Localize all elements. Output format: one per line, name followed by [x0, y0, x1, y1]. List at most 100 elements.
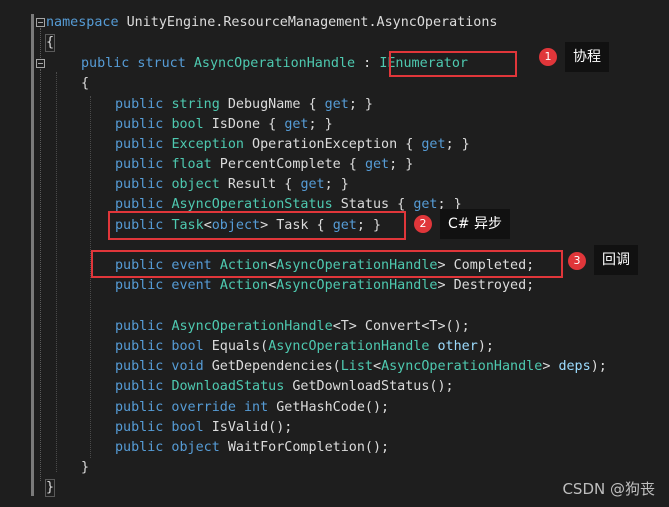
method-token: ); [477, 339, 494, 354]
property-get: get [364, 157, 390, 172]
code-line-method[interactable]: public object WaitForCompletion(); [115, 438, 389, 458]
method-token: WaitForCompletion(); [227, 440, 390, 455]
property-type: bool [171, 117, 204, 132]
annotation-badge-1: 1 [539, 48, 557, 66]
event-generic-arg: AsyncOperationHandle [276, 278, 438, 293]
annotation-callout-coroutine: 协程 [565, 42, 609, 72]
code-line-namespace[interactable]: namespace UnityEngine.ResourceManagement… [46, 13, 497, 33]
property-kw: public [115, 97, 164, 112]
annotation-badge-3: 3 [568, 252, 586, 270]
code-line-method[interactable]: public override int GetHashCode(); [115, 398, 389, 418]
brace-match-highlight [45, 479, 55, 497]
property-kw: public [115, 137, 164, 152]
annotation-callout-async: C# 异步 [440, 209, 510, 239]
task-highlight-box [108, 211, 406, 240]
method-token: public [115, 319, 172, 334]
struct-close-brace: } [81, 460, 90, 475]
method-token: GetDependencies( [211, 359, 341, 374]
fold-namespace-icon[interactable] [36, 18, 45, 27]
method-token: ); [590, 359, 607, 374]
property-get: get [413, 197, 438, 212]
method-token: AsyncOperationHandle [381, 359, 543, 374]
property-kw: public [115, 117, 164, 132]
struct-name: AsyncOperationHandle [193, 56, 356, 71]
property-rest: Result { [219, 177, 301, 192]
method-token: public object [115, 440, 228, 455]
method-token: deps [558, 359, 591, 374]
property-tail: ; } [445, 137, 470, 152]
code-line-open-brace[interactable]: { [45, 33, 55, 53]
method-token: AsyncOperationHandle [171, 319, 333, 334]
csdn-watermark: CSDN @狗丧 [562, 480, 655, 498]
annotation-badge-2: 2 [414, 215, 432, 233]
method-token: public [115, 379, 172, 394]
property-get: get [421, 137, 446, 152]
struct-modifiers: public struct [81, 56, 186, 71]
property-get: get [284, 117, 309, 132]
code-line-destroyed-event[interactable]: public event Action<AsyncOperationHandle… [115, 276, 534, 296]
method-token: DownloadStatus [171, 379, 285, 394]
property-type: AsyncOperationStatus [171, 197, 333, 212]
property-tail: ; } [308, 117, 333, 132]
property-tail: ; } [324, 177, 349, 192]
property-rest: Status { [332, 197, 414, 212]
namespace-keyword: namespace [46, 15, 119, 30]
property-type: Exception [171, 137, 244, 152]
property-rest: PercentComplete { [211, 157, 365, 172]
property-rest: DebugName { [219, 97, 325, 112]
fold-guide [40, 69, 42, 481]
method-token: <T> Convert<T>(); [332, 319, 470, 334]
event-modifiers: public event [115, 278, 212, 293]
property-kw: public [115, 197, 164, 212]
property-type: float [171, 157, 212, 172]
struct-colon: : [355, 56, 380, 71]
code-line-method[interactable]: public bool IsValid(); [115, 418, 292, 438]
code-line-struct-close[interactable]: } [81, 458, 89, 478]
code-line-method[interactable]: public AsyncOperationHandle<T> Convert<T… [115, 317, 470, 337]
method-token: public bool [115, 420, 212, 435]
method-token: public override int [115, 400, 277, 415]
property-kw: public [115, 177, 164, 192]
method-token: IsValid(); [211, 420, 293, 435]
code-line-method[interactable]: public DownloadStatus GetDownloadStatus(… [115, 377, 454, 397]
method-token: Equals( [211, 339, 269, 354]
property-tail: ; } [348, 97, 373, 112]
indent-guide [56, 72, 57, 472]
generic-close: > [437, 278, 446, 293]
code-line-struct-open[interactable]: { [81, 74, 89, 94]
property-get: get [324, 97, 349, 112]
method-token: List [340, 359, 373, 374]
method-token: AsyncOperationHandle [268, 339, 430, 354]
code-editor[interactable]: namespace UnityEngine.ResourceManagement… [0, 0, 669, 507]
property-rest: IsDone { [203, 117, 285, 132]
method-token: < [373, 359, 382, 374]
struct-open-brace: { [81, 76, 90, 91]
code-line-property[interactable]: public Exception OperationException { ge… [115, 135, 470, 155]
annotation-callout-callback: 回调 [594, 245, 638, 275]
namespace-name: UnityEngine.ResourceManagement.AsyncOper… [126, 15, 498, 30]
method-token: other [429, 339, 478, 354]
property-type: object [171, 177, 220, 192]
method-token: GetDownloadStatus(); [284, 379, 454, 394]
code-line-property[interactable]: public float PercentComplete { get; } [115, 155, 413, 175]
code-line-property[interactable]: public string DebugName { get; } [115, 95, 373, 115]
event-type: Action [219, 278, 269, 293]
method-token: public bool [115, 339, 212, 354]
property-kw: public [115, 157, 164, 172]
code-line-property[interactable]: public object Result { get; } [115, 175, 349, 195]
completed-highlight-box [91, 250, 563, 278]
event-name: Destroyed; [445, 278, 535, 293]
property-rest: OperationException { [244, 137, 422, 152]
method-token: > [542, 359, 559, 374]
code-line-method[interactable]: public void GetDependencies(List<AsyncOp… [115, 357, 607, 377]
fold-guide [40, 28, 42, 58]
brace-match-highlight [45, 34, 55, 52]
code-line-property[interactable]: public bool IsDone { get; } [115, 115, 333, 135]
fold-struct-icon[interactable] [36, 59, 45, 68]
ienumerator-highlight-box [389, 51, 517, 77]
property-type: string [171, 97, 220, 112]
property-tail: ; } [389, 157, 414, 172]
code-line-method[interactable]: public bool Equals(AsyncOperationHandle … [115, 337, 494, 357]
code-line-namespace-close[interactable]: } [45, 478, 55, 498]
change-margin-bar [31, 14, 34, 496]
